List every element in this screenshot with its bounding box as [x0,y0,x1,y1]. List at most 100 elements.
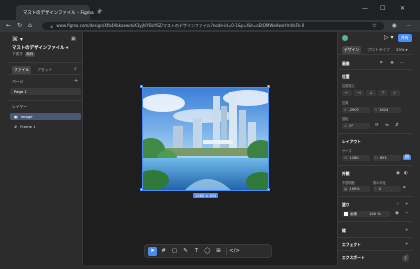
corner-options-icon[interactable]: ⌗ [403,186,406,191]
x-field[interactable]: X -2907 [342,107,370,113]
radius-label: 角の半径 [373,181,386,185]
panel-toggle-icon[interactable]: ▣ [71,36,76,42]
width-field[interactable]: W 1280 [342,155,370,161]
remove-fill-icon[interactable]: − [405,211,409,216]
resize-handle[interactable] [140,85,143,88]
avatar[interactable] [342,35,348,41]
maximize-icon[interactable]: ☐ [380,6,385,12]
help-icon[interactable]: ? [402,255,409,262]
size-label: サイズ [342,149,352,153]
page-item-page-1[interactable]: Page 1 [10,88,81,95]
comment-tool-icon[interactable]: ◯ [203,247,212,256]
new-tab-button[interactable]: + [97,8,103,15]
styles-icon[interactable]: ⁘ [396,202,400,207]
fill-header: 塗り [342,202,350,207]
rotation-field[interactable]: ∠ 0° [342,123,370,129]
y-field[interactable]: Y 3424 [373,107,401,113]
minimize-icon[interactable]: — [362,6,368,12]
tab-design[interactable]: デザイン [342,46,362,54]
y-value: 3424 [379,108,389,112]
dev-mode-icon[interactable]: </> [229,247,240,256]
radius-field[interactable]: ⌜ 0 [373,186,401,192]
present-button[interactable]: ▷ ▾ [384,34,394,41]
move-tool-icon[interactable]: ➤ [148,246,157,256]
tab-title: マストのデザインファイル – Figma [23,10,94,16]
home-icon[interactable]: ⌂ [28,22,32,30]
image-section-title: 画像 [342,61,350,66]
rotate-icon[interactable]: ⟳ [375,123,379,128]
add-page-button[interactable]: + [74,78,78,84]
h-value: 853 [379,156,387,160]
resize-handle[interactable] [267,188,270,191]
text-tool-icon[interactable]: T [192,247,201,256]
align-buttons: ⊢ ⊣ ⊥ ⊤ ⊦ [342,90,400,96]
opacity-field[interactable]: ▦ 100% [342,186,370,192]
back-icon[interactable]: ← [6,22,11,30]
layout-header: レイアウト [342,139,361,144]
design-canvas[interactable]: 1280 × 853 [83,32,337,265]
align-left-icon[interactable]: ⊢ [342,90,352,96]
file-location: 下書き 無料 [12,52,35,57]
crop-icon[interactable]: ⌗ [380,61,383,66]
selected-image[interactable] [142,87,269,191]
resize-handle[interactable] [140,188,143,191]
flip-horizontal-icon[interactable]: ⇋ [385,123,389,128]
profile-icon[interactable]: ◉ [392,22,397,30]
url-input[interactable]: ⊜ www.figma.com/design/Xfb4AbkaewdvX3yjh… [42,22,384,30]
city-illustration [143,88,268,190]
layer-frame-1[interactable]: # Frame 1 [10,123,81,130]
y-key: Y [375,108,378,112]
add-fill-icon[interactable]: + [405,202,409,207]
align-right-icon[interactable]: ⊥ [366,90,376,96]
reload-icon[interactable]: ↻ [17,22,22,30]
bottom-toolbar: ➤ # ▢ ✎ T ◯ ⊞ </> [144,244,272,258]
share-button[interactable]: 共有 [398,34,412,42]
drafts-label: 下書き [12,52,23,56]
fill-row[interactable]: 画像 100 % [342,211,390,217]
x-value: -2907 [348,108,359,112]
more-icon[interactable]: ⋯ [400,61,405,66]
pen-tool-icon[interactable]: ✎ [181,247,190,256]
browser-tab[interactable]: マストのデザインファイル – Figma × [16,5,101,20]
rotation-value: 0° [349,124,354,128]
fill-visibility-icon[interactable]: ◉ [395,211,399,216]
address-bar-row: ← ↻ ⌂ ⊜ www.figma.com/design/Xfb4Abkaewd… [0,20,420,32]
layer-image[interactable]: ▣ image [10,113,81,120]
actions-tool-icon[interactable]: ⊞ [214,247,223,256]
constrain-proportions-icon[interactable]: ⛓ [403,155,411,160]
fill-label: 画像 [350,212,358,216]
opacity-icon: ▦ [344,187,348,191]
site-info-icon[interactable]: ⊜ [50,24,53,29]
visibility-icon[interactable]: ◉ [396,171,400,176]
file-name[interactable]: マストのデザインファイル ▾ [12,45,68,51]
plan-badge: 無料 [24,52,35,57]
add-stroke-icon[interactable]: + [405,228,409,233]
menu-icon[interactable]: ⋯ [406,22,412,30]
tab-prototype[interactable]: プロトタイプ [365,46,392,54]
align-center-icon[interactable]: ⊣ [354,90,364,96]
url-text: www.figma.com/design/Xfb4AbkaewdvX3yjhlY… [56,23,305,28]
position-header: 位置 [342,74,350,79]
fill-opacity: 100 % [369,212,381,216]
align-middle-icon[interactable]: ⊦ [390,90,400,96]
rotation-icon: ∠ [344,124,348,128]
search-icon[interactable]: ⌕ [74,66,77,72]
close-window-icon[interactable]: ✕ [400,6,405,12]
w-key: W [344,156,348,160]
add-effect-icon[interactable]: + [405,242,409,247]
height-field[interactable]: H 853 [373,155,401,161]
component-icon[interactable]: ❖ [390,61,394,66]
blend-mode-icon[interactable]: ◐ [404,171,408,176]
flip-vertical-icon[interactable]: ⇵ [395,123,399,128]
left-sidebar: ⌘ ▾ ▣ マストのデザインファイル ▾ 下書き 無料 ファイル アセット ⌕ ペ… [8,32,83,265]
align-top-icon[interactable]: ⊤ [378,90,388,96]
frame-tool-icon[interactable]: # [159,247,168,256]
figma-menu-icon[interactable]: ⌘ ▾ [12,36,23,43]
h-key: H [375,156,378,160]
zoom-dropdown[interactable]: 33% ▾ [396,47,408,52]
tab-file[interactable]: ファイル [12,66,32,74]
shape-tool-icon[interactable]: ▢ [170,247,179,256]
resize-handle[interactable] [267,85,270,88]
star-icon[interactable]: ☆ [372,22,377,30]
tab-assets[interactable]: アセット [35,66,54,74]
